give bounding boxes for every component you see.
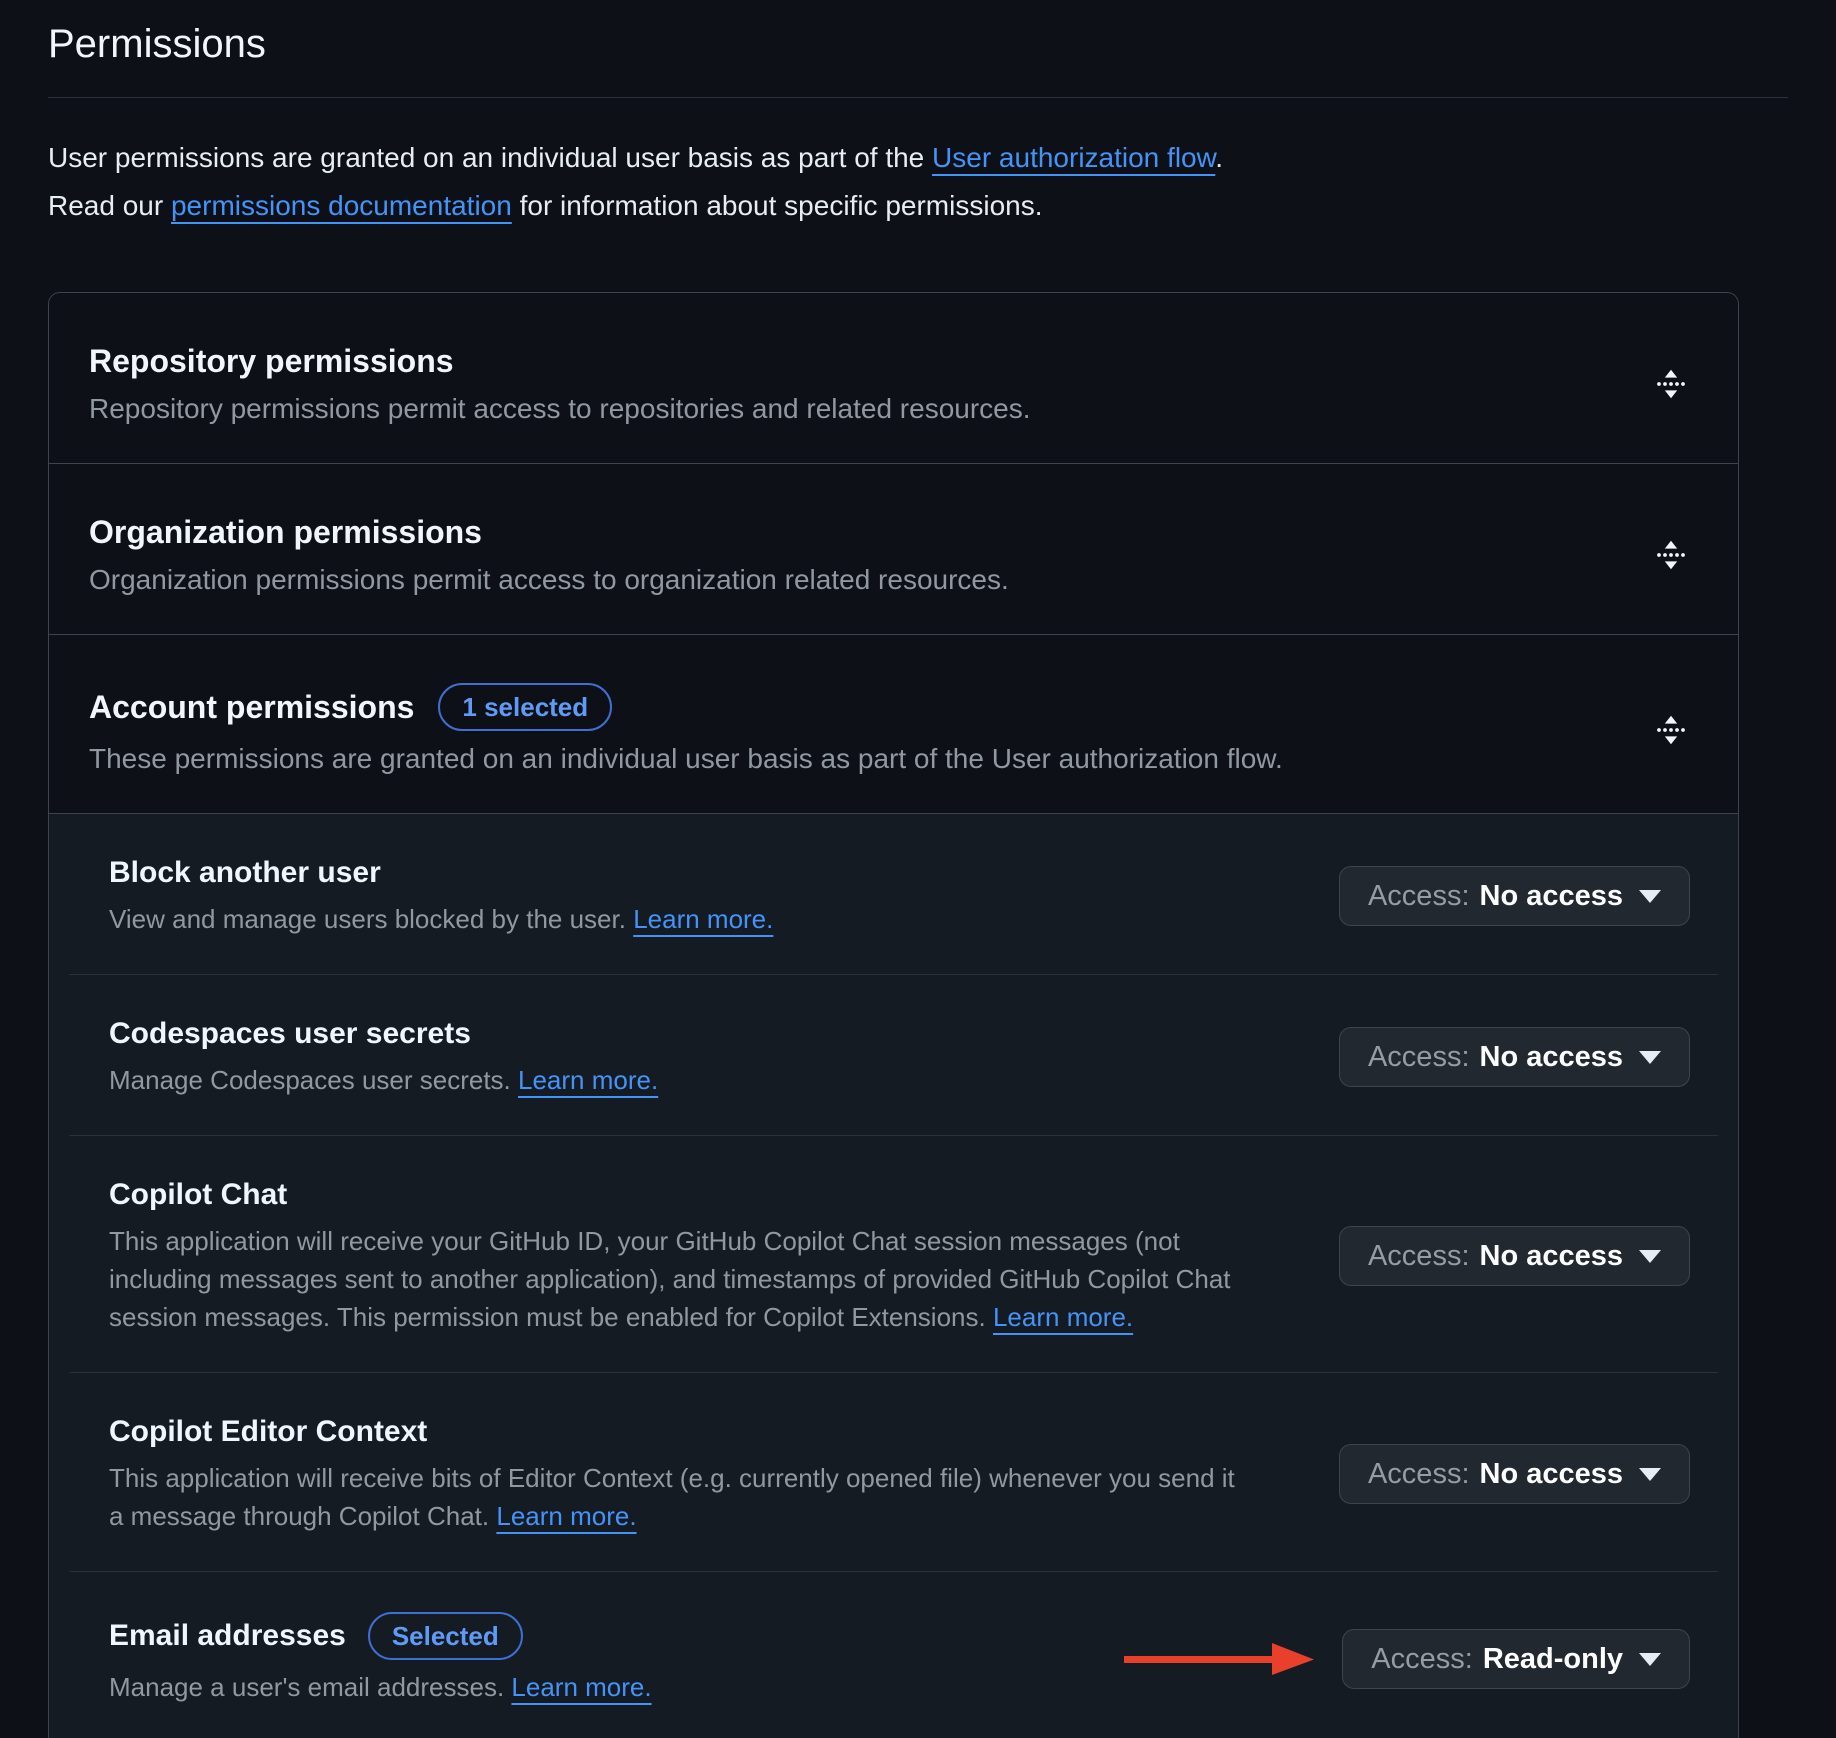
intro-line-2: Read our permissions documentation for i… [48, 182, 1788, 230]
permissions-documentation-link[interactable]: permissions documentation [171, 190, 512, 221]
section-title: Organization permissions [89, 512, 1009, 552]
dropdown-caret-icon [1639, 1051, 1661, 1064]
annotation-arrow-icon [1124, 1641, 1316, 1677]
permission-row-copilot-editor-context: Copilot Editor Context This application … [49, 1373, 1738, 1571]
access-dropdown-copilot-editor-context[interactable]: Access: No access [1339, 1444, 1690, 1504]
page-title: Permissions [48, 22, 1788, 98]
drag-handle-icon[interactable] [1650, 363, 1692, 405]
permission-title: Copilot Chat [109, 1176, 1239, 1214]
permission-row-codespaces-user-secrets: Codespaces user secrets Manage Codespace… [49, 975, 1738, 1135]
permission-title: Block another user [109, 854, 773, 892]
permission-title: Codespaces user secrets [109, 1015, 658, 1053]
section-description: These permissions are granted on an indi… [89, 741, 1283, 777]
drag-handle-icon[interactable] [1650, 534, 1692, 576]
learn-more-link[interactable]: Learn more. [518, 1065, 658, 1095]
permission-description: This application will receive your GitHu… [109, 1222, 1239, 1336]
dropdown-caret-icon [1639, 1250, 1661, 1263]
permissions-page: Permissions User permissions are granted… [0, 0, 1836, 1738]
permission-title: Email addresses [109, 1617, 346, 1655]
user-authorization-flow-link[interactable]: User authorization flow [932, 142, 1215, 173]
dropdown-caret-icon [1639, 890, 1661, 903]
permissions-container: Repository permissions Repository permis… [48, 292, 1739, 1738]
section-title: Account permissions [89, 687, 414, 727]
access-dropdown-block-another-user[interactable]: Access: No access [1339, 866, 1690, 926]
dropdown-caret-icon [1639, 1468, 1661, 1481]
access-dropdown-email-addresses[interactable]: Access: Read-only [1342, 1629, 1690, 1689]
learn-more-link[interactable]: Learn more. [633, 904, 773, 934]
access-dropdown-copilot-chat[interactable]: Access: No access [1339, 1226, 1690, 1286]
section-account-permissions: Account permissions 1 selected These per… [49, 634, 1738, 813]
intro-line-1: User permissions are granted on an indiv… [48, 134, 1788, 182]
learn-more-link[interactable]: Learn more. [993, 1302, 1133, 1332]
access-dropdown-codespaces-user-secrets[interactable]: Access: No access [1339, 1027, 1690, 1087]
selected-badge: Selected [368, 1612, 523, 1660]
permission-description: Manage a user's email addresses. Learn m… [109, 1668, 652, 1706]
section-description: Repository permissions permit access to … [89, 391, 1031, 427]
intro-text: User permissions are granted on an indiv… [48, 134, 1788, 230]
learn-more-link[interactable]: Learn more. [496, 1501, 636, 1531]
permission-row-email-addresses: Email addresses Selected Manage a user's… [49, 1572, 1738, 1738]
account-permission-rows: Block another user View and manage users… [49, 813, 1738, 1738]
permission-row-block-another-user: Block another user View and manage users… [49, 814, 1738, 974]
dropdown-caret-icon [1639, 1653, 1661, 1666]
permission-description: This application will receive bits of Ed… [109, 1459, 1239, 1535]
drag-handle-icon[interactable] [1650, 709, 1692, 751]
section-description: Organization permissions permit access t… [89, 562, 1009, 598]
permission-row-copilot-chat: Copilot Chat This application will recei… [49, 1136, 1738, 1372]
learn-more-link[interactable]: Learn more. [511, 1672, 651, 1702]
section-title: Repository permissions [89, 341, 1031, 381]
permission-description: Manage Codespaces user secrets. Learn mo… [109, 1061, 658, 1099]
selected-count-badge: 1 selected [438, 683, 612, 731]
permission-title: Copilot Editor Context [109, 1413, 1239, 1451]
section-repository-permissions: Repository permissions Repository permis… [49, 293, 1738, 463]
permission-description: View and manage users blocked by the use… [109, 900, 773, 938]
section-organization-permissions: Organization permissions Organization pe… [49, 463, 1738, 634]
